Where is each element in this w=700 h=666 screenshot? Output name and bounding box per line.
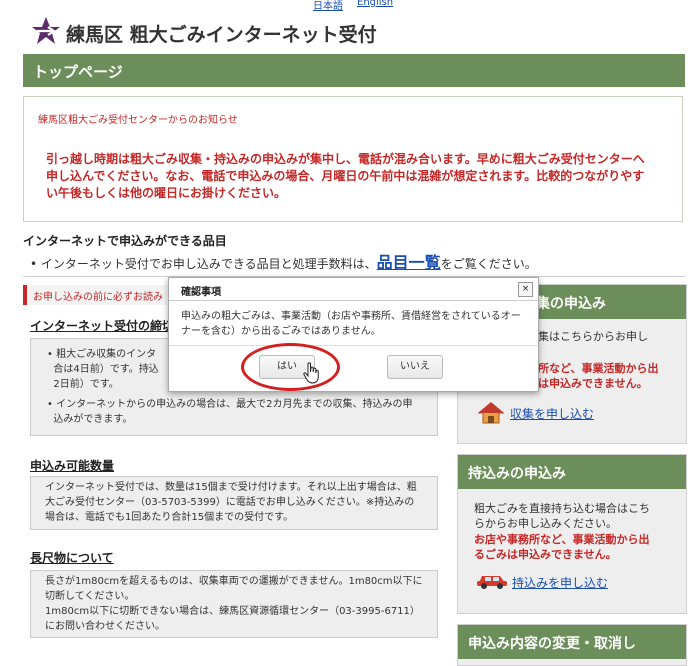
lang-japanese-link[interactable]: 日本語	[313, 0, 343, 12]
deadline-heading: インターネット受付の締切	[30, 319, 175, 333]
site-title: 練馬区 粗大ごみインターネット受付	[66, 24, 377, 46]
deadline-text: インターネットからの申込みの場合は、最大で2カ月先までの収集、持込みの申	[56, 399, 413, 410]
item-list-link[interactable]: 品目一覧	[377, 253, 441, 272]
deadline-text: 2日前）です。	[53, 379, 119, 390]
long-line: 切断してください。	[45, 591, 135, 602]
quantity-box: インターネット受付では、数量は15個まで受け付けます。それ以上出す場合は、粗 大…	[30, 476, 438, 530]
quantity-line: インターネット受付では、数量は15個まで受け付けます。それ以上出す場合は、粗	[45, 482, 417, 493]
dialog-message: 申込みの粗大ごみは、事業活動（お店や事務所、賃借経営をされているオー ナーを含む…	[181, 311, 521, 337]
deadline-text: 粗大ごみ収集のインタ	[56, 349, 157, 360]
deadline-text: 合は4日前）です。持込	[53, 364, 159, 375]
deadline-text: 込みができます。	[53, 414, 133, 425]
highlight-circle	[241, 343, 340, 391]
sidebar-bring-panel: 持込みの申込み 粗大ごみを直接持ち込む場合はこち らからお申し込みください。 お…	[457, 454, 687, 614]
notice-line: 引っ越し時期は粗大ごみ収集・持込みの申込みが集中し、電話が混み合います。早めに粗…	[46, 152, 645, 166]
page-title: トップページ	[33, 63, 123, 81]
items-text: インターネット受付でお申し込みできる品目と処理手数料は、	[40, 257, 377, 271]
star-arrow-icon	[32, 17, 60, 44]
close-icon[interactable]: ×	[518, 282, 533, 297]
long-items-box: 長さが1m80cmを超えるものは、収集車両での運搬ができません。1m80cm以下…	[30, 570, 438, 638]
long-line: にお問い合わせください。	[45, 621, 165, 632]
deadline-bullet-2: • インターネットからの申込みの場合は、最大で2カ月先までの収集、持込みの申 込…	[47, 399, 413, 425]
notice-box: 練馬区粗大ごみ受付センターからのお知らせ 引っ越し時期は粗大ごみ収集・持込みの申…	[23, 96, 683, 222]
dialog-title: 確認事項	[181, 287, 221, 298]
quantity-line: 大ごみ受付センター（03-5703-5399）に電話でお申し込みください。※持込…	[45, 497, 415, 508]
collect-desc: 集はこちらからお申し	[538, 330, 648, 343]
sidebar-change-head: 申込み内容の変更・取消し	[458, 625, 686, 659]
deadline-bullet-1: • 粗大ごみ収集のインタ 合は4日前）です。持込 2日前）です。	[47, 349, 159, 390]
long-items-heading: 長尺物について	[30, 551, 114, 565]
dialog-buttons: はい いいえ	[169, 345, 538, 392]
notice-line: 申し込んでください。なお、電話で申込みの場合、月曜日の午前中は混雑が想定されます…	[46, 169, 645, 183]
no-button[interactable]: いいえ	[387, 355, 443, 379]
notice-line: い午後もしくは他の曜日にお掛けください。	[46, 186, 287, 200]
house-icon	[478, 402, 504, 424]
sidebar-bring-head: 持込みの申込み	[458, 455, 686, 489]
notice-title: 練馬区粗大ごみ受付センターからのお知らせ	[38, 115, 238, 126]
car-icon	[477, 576, 507, 589]
page-title-bar: トップページ	[23, 54, 685, 87]
items-bullet: • インターネット受付でお申し込みできる品目と処理手数料は、品目一覧をご覧くださ…	[30, 253, 537, 272]
quantity-line: 場合は、電話でも1回あたり合計15個までの受付です。	[45, 512, 294, 523]
lang-english-link[interactable]: English	[357, 0, 393, 8]
hand-cursor-icon	[303, 362, 319, 384]
apply-collection-link[interactable]: 収集を申し込む	[510, 405, 594, 422]
confirm-dialog: 確認事項 × 申込みの粗大ごみは、事業活動（お店や事務所、賃借経営をされているオ…	[168, 277, 539, 392]
read-before-label: お申し込みの前に必ずお読み	[33, 292, 163, 303]
read-before-box: お申し込みの前に必ずお読み	[23, 285, 167, 305]
apply-bring-link[interactable]: 持込みを申し込む	[512, 574, 608, 591]
collect-warning: 所など、事業活動から出 は申込みできません。	[538, 362, 659, 390]
long-line: 1m80cm以下に切断できない場合は、練馬区資源循環センター（03-3995-6…	[45, 606, 420, 617]
long-line: 長さが1m80cmを超えるものは、収集車両での運搬ができません。1m80cm以下…	[45, 576, 423, 587]
dialog-title-bar: 確認事項 ×	[169, 278, 538, 301]
quantity-heading: 申込み可能数量	[30, 459, 115, 473]
notice-body: 引っ越し時期は粗大ごみ収集・持込みの申込みが集中し、電話が混み合います。早めに粗…	[46, 151, 656, 202]
bring-desc: 粗大ごみを直接持ち込む場合はこち らからお申し込みください。	[474, 502, 650, 530]
items-text-after: をご覧ください。	[440, 257, 537, 271]
items-heading: インターネットで申込みができる品目	[23, 234, 227, 248]
bring-warning: お店や事務所など、事業活動から出 るごみは申込みできません。	[474, 533, 650, 561]
sidebar-change-panel: 申込み内容の変更・取消し	[457, 624, 687, 666]
